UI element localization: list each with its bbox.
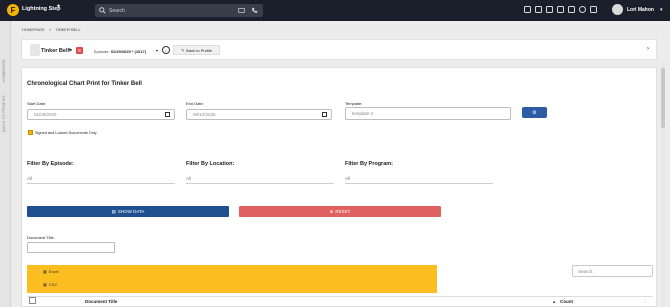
- signed-locked-checkbox[interactable]: [28, 130, 33, 135]
- export-excel-label: Excel: [48, 269, 59, 274]
- back-to-profile-label: Back to Profile: [186, 47, 213, 53]
- back-to-profile-button[interactable]: ↰ Back to Profile: [173, 45, 220, 55]
- filter-program-value: All: [345, 175, 351, 181]
- reset-icon: ⊗: [329, 208, 334, 214]
- episode-selector[interactable]: Episode: 01/29/2025 * (1017): [94, 49, 146, 54]
- export-excel[interactable]: ▦ Excel: [43, 269, 59, 274]
- template-settings-button[interactable]: ⚙: [522, 107, 547, 118]
- excel-icon: ▦: [43, 269, 47, 274]
- logo-letter: F: [10, 5, 16, 15]
- breadcrumb-separator: >: [48, 27, 52, 32]
- global-search[interactable]: Search: [95, 4, 263, 17]
- document-title-input[interactable]: [27, 242, 115, 253]
- left-sidebar: HOMEPAGE BACK TO PROFILE: [0, 21, 11, 307]
- episode-caret-icon[interactable]: ▾: [156, 48, 158, 53]
- table-search-placeholder: Search:: [578, 268, 594, 274]
- calendar-icon[interactable]: [322, 112, 327, 117]
- filter-episode-label: Filter By Episode:: [27, 161, 74, 167]
- table-header: Document Title ▴ Count ⋮: [27, 296, 653, 306]
- top-navbar: F Lightning Step ✦ Search Lori Mahon ▾: [0, 0, 670, 21]
- search-icon: [99, 7, 106, 14]
- id-card-icon[interactable]: [238, 7, 245, 14]
- filter-location-value: All: [186, 175, 192, 181]
- search-placeholder: Search: [109, 7, 125, 14]
- user-menu[interactable]: Lori Mahon ▾: [612, 4, 662, 15]
- episode-label: Episode:: [94, 49, 110, 54]
- export-menu: ▦ Excel ▦ CSV: [27, 265, 437, 293]
- gear-icon: ⚙: [532, 109, 537, 116]
- sidebar-back-to-profile[interactable]: BACK TO PROFILE: [2, 95, 6, 132]
- breadcrumb: HOMEPAGE > TINKER BELL: [22, 27, 81, 32]
- chart-print-panel: Chronological Chart Print for Tinker Bel…: [21, 67, 657, 307]
- chevron-down-icon: ▾: [659, 6, 663, 13]
- info-icon[interactable]: i: [162, 46, 170, 54]
- page-scrollbar[interactable]: [661, 64, 665, 307]
- episode-value: 01/29/2025 * (1017): [110, 49, 147, 54]
- show-data-button[interactable]: ▤ SHOW DATA: [27, 206, 229, 217]
- patient-name[interactable]: Tinker Bell: [41, 48, 69, 54]
- csv-icon: ▦: [43, 282, 47, 287]
- link-icon[interactable]: [590, 6, 597, 13]
- reset-label: RESET: [335, 209, 351, 214]
- start-date-input[interactable]: 01/29/2025: [27, 109, 175, 120]
- template-select[interactable]: template 2: [345, 107, 511, 120]
- breadcrumb-current: TINKER BELL: [55, 27, 81, 32]
- select-all-checkbox[interactable]: [29, 297, 36, 304]
- breadcrumb-home[interactable]: HOMEPAGE: [22, 27, 45, 32]
- start-date-value: 01/29/2025: [34, 112, 57, 117]
- sidebar-homepage[interactable]: HOMEPAGE: [2, 59, 6, 82]
- calendar-icon[interactable]: [535, 6, 542, 13]
- bell-icon[interactable]: [568, 6, 575, 13]
- column-count[interactable]: Count: [560, 299, 573, 304]
- document-title-label: Document Title:: [27, 235, 55, 240]
- page-title: Chronological Chart Print for Tinker Bel…: [27, 81, 142, 87]
- signed-locked-label: Signed and Locked Documents Only: [35, 131, 97, 135]
- back-arrow-icon: ↰: [180, 47, 185, 53]
- template-label: Template:: [345, 101, 363, 106]
- filter-program-label: Filter By Program:: [345, 161, 393, 167]
- table-search-input[interactable]: Search:: [572, 265, 653, 277]
- grid-icon[interactable]: [546, 6, 553, 13]
- template-value: template 2: [352, 111, 374, 116]
- end-date-input[interactable]: 08/12/2025: [186, 109, 332, 120]
- show-data-label: SHOW DATA: [117, 209, 145, 214]
- avatar: [612, 4, 623, 15]
- app-logo[interactable]: F: [7, 4, 19, 16]
- flag-icon[interactable]: ⚑: [68, 48, 72, 54]
- app-name: Lightning Step: [22, 6, 61, 12]
- user-name: Lori Mahon: [627, 6, 654, 13]
- column-document-title[interactable]: Document Title: [85, 299, 117, 304]
- document-icon: ▤: [111, 208, 116, 214]
- reset-button[interactable]: ⊗ RESET: [239, 206, 441, 217]
- scrollbar-thumb[interactable]: [661, 68, 665, 128]
- start-date-label: Start Date:: [27, 101, 47, 106]
- alert-badge[interactable]: 8: [76, 47, 83, 54]
- filter-program-select[interactable]: All: [345, 173, 493, 184]
- export-csv-label: CSV: [48, 282, 58, 287]
- filter-location-select[interactable]: All: [186, 173, 334, 184]
- chevron-right-icon[interactable]: ›: [647, 46, 649, 52]
- calendar-icon[interactable]: [165, 112, 170, 117]
- patient-avatar: [30, 44, 40, 56]
- filter-location-label: Filter By Location:: [186, 161, 235, 167]
- sort-arrow-icon[interactable]: ▴: [553, 299, 555, 305]
- chat-icon[interactable]: [557, 6, 564, 13]
- patient-header: Tinker Bell ⚑ 8 Episode: 01/29/2025 * (1…: [21, 39, 657, 60]
- filter-episode-value: All: [27, 175, 33, 181]
- phone-icon[interactable]: [251, 7, 258, 14]
- export-csv[interactable]: ▦ CSV: [43, 282, 57, 287]
- end-date-value: 08/12/2025: [193, 112, 216, 117]
- sparkle-icon[interactable]: ✦: [56, 3, 61, 10]
- help-icon[interactable]: [579, 6, 586, 13]
- info-glyph: i: [165, 47, 167, 53]
- filter-episode-select[interactable]: All: [27, 173, 175, 184]
- column-options-icon[interactable]: ⋮: [643, 299, 648, 305]
- megaphone-icon[interactable]: [524, 6, 531, 13]
- end-date-label: End Date:: [186, 101, 204, 106]
